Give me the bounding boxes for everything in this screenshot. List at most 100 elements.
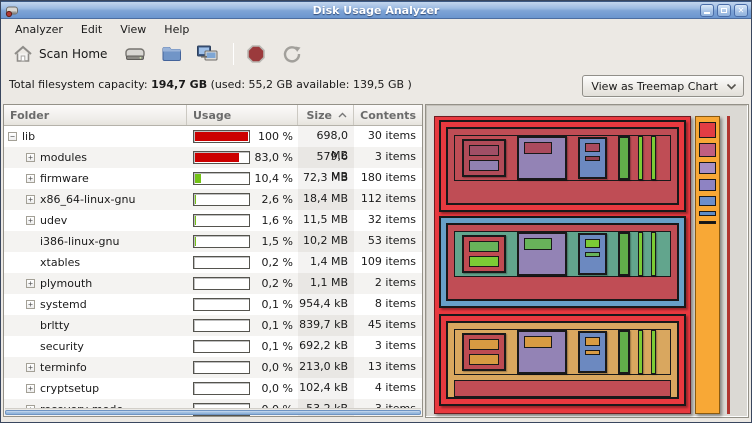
treemap-chart[interactable]	[427, 106, 747, 416]
expander-icon[interactable]: +	[26, 195, 35, 204]
expander-icon[interactable]: +	[26, 300, 35, 309]
contents-cell: 45 items	[354, 315, 422, 336]
table-row[interactable]: xtables0,2 %1,4 MB109 items	[4, 252, 422, 273]
scrollbar-thumb[interactable]	[5, 410, 421, 415]
menu-item-view[interactable]: View	[112, 21, 154, 38]
table-row[interactable]: +udev1,6 %11,5 MB32 items	[4, 210, 422, 231]
table-header: FolderUsageSizeContents	[4, 105, 422, 126]
usage-bar	[193, 256, 250, 269]
size-cell: 11,5 MB	[298, 210, 354, 231]
treemap-bar	[618, 330, 630, 374]
stop-button[interactable]	[244, 43, 268, 65]
expander-icon[interactable]: +	[26, 363, 35, 372]
treemap-root-rect[interactable]	[434, 116, 691, 414]
column-header-contents[interactable]: Contents	[354, 105, 422, 125]
sort-ascending-icon	[338, 112, 347, 118]
treemap-bar	[618, 136, 630, 180]
size-cell: 698,0 MB	[298, 126, 354, 147]
usage-cell: 2,6 %	[187, 189, 298, 210]
usage-bar-fill	[195, 132, 248, 141]
horizontal-scrollbar[interactable]	[5, 408, 421, 415]
column-header-usage[interactable]: Usage	[187, 105, 298, 125]
usage-percent: 2,6 %	[262, 189, 293, 210]
table-row[interactable]: brltty0,1 %839,7 kB45 items	[4, 315, 422, 336]
folder-name: systemd	[40, 295, 87, 315]
size-cell: 1,4 MB	[298, 252, 354, 273]
toolbar: Scan Home	[1, 39, 751, 68]
expander-icon[interactable]: +	[26, 216, 35, 225]
scan-remote-button[interactable]	[195, 43, 219, 65]
capacity-details: (used: 55,2 GB available: 139,5 GB )	[211, 78, 412, 91]
menu-item-edit[interactable]: Edit	[73, 21, 110, 38]
toolbar-separator	[233, 43, 234, 65]
size-cell: 692,2 kB	[298, 336, 354, 357]
folder-name: lib	[22, 127, 35, 147]
usage-bar	[193, 298, 250, 311]
treemap-box	[517, 232, 567, 276]
usage-cell: 0,0 %	[187, 357, 298, 378]
usage-bar	[193, 193, 250, 206]
table-row[interactable]: i386-linux-gnu1,5 %10,2 MB53 items	[4, 231, 422, 252]
view-selector[interactable]: View as Treemap Chart	[582, 75, 744, 97]
title-bar[interactable]: Disk Usage Analyzer ✕	[1, 1, 751, 19]
size-cell: 839,7 kB	[298, 315, 354, 336]
close-icon: ✕	[738, 7, 745, 15]
expander-icon[interactable]: +	[26, 174, 35, 183]
usage-bar-fill	[195, 237, 196, 246]
treemap-bar	[618, 232, 630, 276]
size-cell: 72,3 MB	[298, 168, 354, 189]
treemap-bar	[638, 330, 643, 374]
folder-cell: +modules	[4, 147, 187, 168]
minimize-button[interactable]	[700, 4, 714, 17]
column-header-size[interactable]: Size	[298, 105, 354, 125]
size-cell: 1,1 MB	[298, 273, 354, 294]
folder-name: plymouth	[40, 274, 92, 294]
folder-name: firmware	[40, 169, 89, 189]
treemap-column-item	[699, 211, 716, 216]
scan-filesystem-button[interactable]	[123, 43, 147, 65]
folder-name: brltty	[40, 316, 70, 336]
expander-icon[interactable]: −	[8, 132, 17, 141]
expander-icon[interactable]: +	[26, 384, 35, 393]
folder-name: udev	[40, 211, 67, 231]
table-row[interactable]: +systemd0,1 %954,4 kB8 items	[4, 294, 422, 315]
usage-bar	[193, 382, 250, 395]
menu-item-analyzer[interactable]: Analyzer	[7, 21, 71, 38]
treemap-box	[462, 333, 506, 371]
treemap-item-strip	[454, 329, 671, 375]
treemap-band[interactable]	[439, 120, 686, 212]
usage-bar-fill	[195, 174, 201, 183]
treemap-side-column[interactable]	[695, 116, 720, 414]
contents-cell: 53 items	[354, 231, 422, 252]
maximize-button[interactable]	[717, 4, 731, 17]
refresh-button[interactable]	[280, 43, 304, 65]
expander-icon[interactable]: +	[26, 153, 35, 162]
treemap-band[interactable]	[439, 216, 686, 308]
table-row[interactable]: +modules83,0 %579,6 MB3 items	[4, 147, 422, 168]
scan-folder-button[interactable]	[159, 43, 183, 65]
contents-cell: 32 items	[354, 210, 422, 231]
menu-item-help[interactable]: Help	[156, 21, 197, 38]
table-row[interactable]: +cryptsetup0,0 %102,4 kB4 items	[4, 378, 422, 399]
usage-percent: 10,4 %	[255, 168, 293, 189]
table-row[interactable]: +firmware10,4 %72,3 MB180 items	[4, 168, 422, 189]
folder-cell: + systemd	[4, 294, 187, 315]
disk-icon	[124, 45, 146, 63]
expander-icon[interactable]: +	[26, 279, 35, 288]
menu-bar: AnalyzerEditViewHelp	[1, 20, 751, 38]
column-header-folder[interactable]: Folder	[4, 105, 187, 125]
usage-bar	[193, 361, 250, 374]
treemap-band[interactable]	[439, 314, 686, 406]
treemap-box	[578, 137, 607, 179]
folder-cell: +cryptsetup	[4, 378, 187, 399]
table-row[interactable]: +plymouth0,2 %1,1 MB2 items	[4, 273, 422, 294]
table-row[interactable]: security0,1 %692,2 kB3 items	[4, 336, 422, 357]
size-cell: 10,2 MB	[298, 231, 354, 252]
usage-bar-fill	[195, 195, 196, 204]
table-row[interactable]: +x86_64-linux-gnu2,6 %18,4 MB112 items	[4, 189, 422, 210]
folder-cell: +x86_64-linux-gnu	[4, 189, 187, 210]
table-row[interactable]: +terminfo0,0 %213,0 kB13 items	[4, 357, 422, 378]
table-row[interactable]: −lib100 %698,0 MB30 items	[4, 126, 422, 147]
close-button[interactable]: ✕	[734, 4, 748, 17]
scan-home-button[interactable]: Scan Home	[9, 43, 111, 65]
